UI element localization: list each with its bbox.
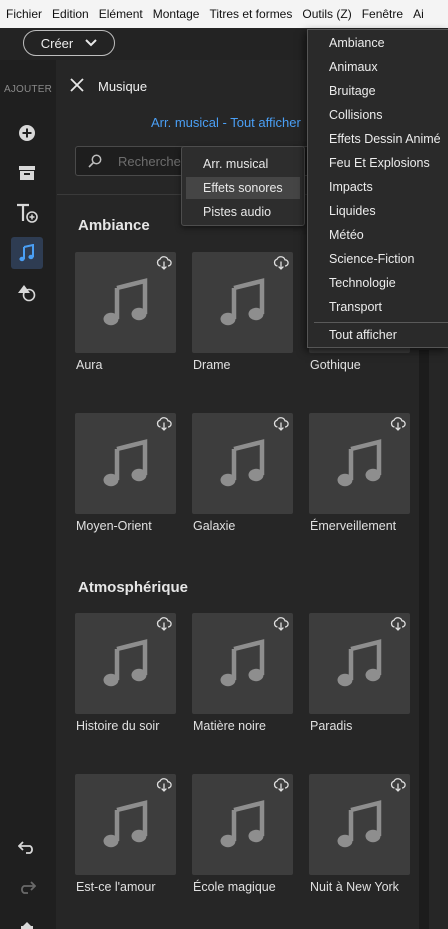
dropdown-item[interactable]: Impacts	[329, 180, 373, 194]
category-popup: Arr. musical Effets sonores Pistes audio	[181, 146, 305, 226]
menubar: Fichier Edition Elément Montage Titres e…	[0, 0, 448, 29]
breadcrumb-link[interactable]: Arr. musical - Tout afficher	[151, 115, 301, 130]
dropdown-item[interactable]: Météo	[329, 228, 364, 242]
chevron-down-icon	[85, 39, 97, 47]
track-label: Drame	[193, 358, 231, 372]
track-label: Matière noire	[193, 719, 266, 733]
download-icon[interactable]	[273, 778, 289, 797]
dropdown-item[interactable]: Liquides	[329, 204, 376, 218]
music-note-icon	[103, 639, 149, 692]
search-icon	[88, 154, 102, 168]
section-title-ambiance: Ambiance	[78, 217, 150, 234]
dropdown-item[interactable]: Bruitage	[329, 84, 376, 98]
track-label: École magique	[193, 880, 276, 894]
track-thumbnail[interactable]	[309, 774, 410, 875]
category-option[interactable]: Arr. musical	[186, 153, 300, 175]
music-note-icon	[337, 439, 383, 492]
track-thumbnail[interactable]	[192, 252, 293, 353]
track-thumbnail[interactable]	[192, 774, 293, 875]
dropdown-item[interactable]: Science-Fiction	[329, 252, 414, 266]
track-label: Histoire du soir	[76, 719, 160, 733]
download-icon[interactable]	[156, 778, 172, 797]
music-note-icon	[220, 439, 266, 492]
close-icon[interactable]	[69, 77, 85, 93]
download-icon[interactable]	[156, 417, 172, 436]
dropdown-item[interactable]: Ambiance	[329, 36, 385, 50]
menu-titres-et-formes[interactable]: Titres et formes	[203, 0, 296, 28]
music-note-icon	[103, 278, 149, 331]
panel-title: Musique	[98, 79, 148, 94]
undo-icon[interactable]	[11, 831, 43, 863]
menu-edition[interactable]: Edition	[46, 0, 93, 28]
menu-fichier[interactable]: Fichier	[0, 0, 46, 28]
track-label: Émerveillement	[310, 519, 397, 533]
add-media-icon[interactable]	[11, 117, 43, 149]
app-window: Fichier Edition Elément Montage Titres e…	[0, 0, 448, 929]
organizer-icon[interactable]	[11, 913, 43, 929]
track-label: Gothique	[310, 358, 361, 372]
dropdown-item[interactable]: Collisions	[329, 108, 383, 122]
track-label: Paradis	[310, 719, 353, 733]
filter-dropdown: Ambiance Animaux Bruitage Collisions Eff…	[307, 29, 448, 348]
track-thumbnail[interactable]	[309, 413, 410, 514]
dropdown-item-show-all[interactable]: Tout afficher	[329, 328, 397, 342]
track-thumbnail[interactable]	[75, 774, 176, 875]
dropdown-item[interactable]: Animaux	[329, 60, 378, 74]
category-option[interactable]: Pistes audio	[186, 201, 300, 223]
download-icon[interactable]	[156, 256, 172, 275]
music-note-icon	[220, 278, 266, 331]
music-note-icon	[337, 800, 383, 853]
menu-element[interactable]: Elément	[93, 0, 147, 28]
track-thumbnail[interactable]	[192, 613, 293, 714]
track-thumbnail[interactable]	[75, 252, 176, 353]
track-thumbnail[interactable]	[192, 413, 293, 514]
create-button[interactable]: Créer	[23, 30, 115, 56]
redo-icon[interactable]	[11, 871, 43, 903]
download-icon[interactable]	[273, 417, 289, 436]
menu-outils[interactable]: Outils (Z)	[296, 0, 355, 28]
rail-title: AJOUTER	[3, 84, 53, 95]
track-label: Aura	[76, 358, 103, 372]
track-thumbnail[interactable]	[75, 613, 176, 714]
archive-icon[interactable]	[11, 157, 43, 189]
track-label: Nuit à New York	[310, 880, 399, 894]
track-label: Galaxie	[193, 519, 236, 533]
create-button-label: Créer	[40, 35, 74, 51]
music-note-icon	[220, 800, 266, 853]
track-thumbnail[interactable]	[75, 413, 176, 514]
music-note-icon	[220, 639, 266, 692]
dropdown-item[interactable]: Effets Dessin Animé	[329, 132, 441, 146]
download-icon[interactable]	[273, 617, 289, 636]
music-icon[interactable]	[11, 237, 43, 269]
menu-ai[interactable]: Ai	[407, 0, 428, 28]
category-option-selected[interactable]: Effets sonores	[186, 177, 300, 199]
dropdown-item[interactable]: Technologie	[329, 276, 396, 290]
search-placeholder: Rechercher	[118, 154, 186, 169]
dropdown-item[interactable]: Feu Et Explosions	[329, 156, 430, 170]
section-title-atmospherique: Atmosphérique	[78, 579, 189, 596]
download-icon[interactable]	[390, 778, 406, 797]
download-icon[interactable]	[390, 617, 406, 636]
scrollbar[interactable]	[419, 350, 429, 929]
shapes-icon[interactable]	[11, 277, 43, 309]
dropdown-item[interactable]: Transport	[329, 300, 382, 314]
music-note-icon	[103, 800, 149, 853]
download-icon[interactable]	[156, 617, 172, 636]
download-icon[interactable]	[390, 417, 406, 436]
track-label: Est-ce l'amour	[76, 880, 156, 894]
menu-fenetre[interactable]: Fenêtre	[356, 0, 407, 28]
add-title-icon[interactable]	[11, 197, 43, 229]
menu-montage[interactable]: Montage	[147, 0, 204, 28]
music-note-icon	[337, 639, 383, 692]
dropdown-separator	[314, 322, 448, 323]
track-label: Moyen-Orient	[76, 519, 152, 533]
music-note-icon	[103, 439, 149, 492]
add-rail: AJOUTER	[0, 60, 56, 929]
track-thumbnail[interactable]	[309, 613, 410, 714]
download-icon[interactable]	[273, 256, 289, 275]
